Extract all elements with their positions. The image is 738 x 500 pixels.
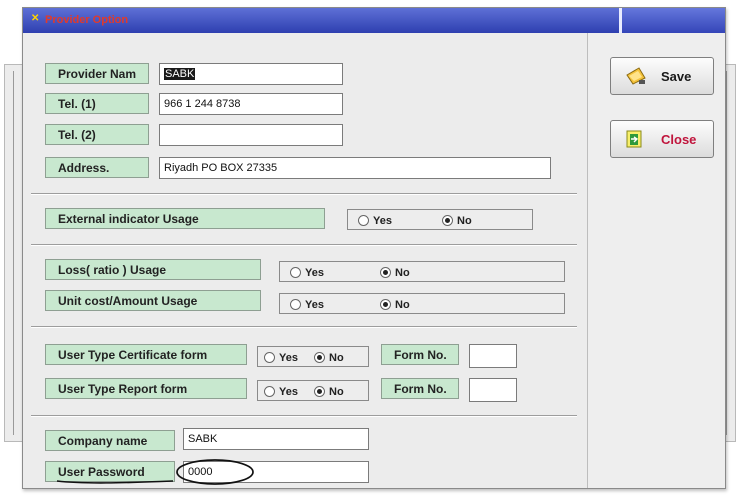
- exit-door-icon: [626, 130, 642, 148]
- save-icon: [626, 67, 646, 85]
- form-area: Provider Nam SABK Tel. (1) 966 1 244 873…: [23, 33, 587, 488]
- save-button[interactable]: Save: [610, 57, 714, 95]
- close-button[interactable]: Close: [610, 120, 714, 158]
- handwritten-annotation: [56, 459, 254, 485]
- window-title: Provider Option: [45, 14, 129, 26]
- provider-option-dialog: ✕ Provider Option Provider Nam SABK Tel.…: [22, 7, 726, 489]
- window-menu-icon[interactable]: ✕: [31, 13, 41, 25]
- save-label: Save: [661, 69, 692, 84]
- title-bar[interactable]: ✕ Provider Option: [23, 8, 725, 33]
- title-bar-controls: [619, 8, 725, 33]
- action-pane: Save Close: [587, 33, 725, 488]
- close-label: Close: [661, 132, 697, 147]
